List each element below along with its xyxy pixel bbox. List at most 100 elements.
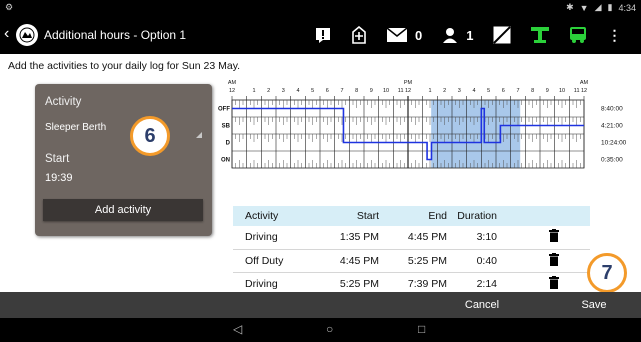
save-button[interactable]: Save xyxy=(552,292,636,318)
trash-icon xyxy=(548,252,559,266)
col-actions xyxy=(517,206,590,226)
hour-label: 7 xyxy=(340,88,343,94)
hour-label: 12 xyxy=(581,88,587,94)
signal-icon: ◢ xyxy=(594,2,602,12)
table-row[interactable]: Driving 1:35 PM 4:45 PM 3:10 xyxy=(233,226,590,250)
col-end: End xyxy=(379,206,447,226)
row-duration: 0:40 xyxy=(447,249,517,273)
trash-icon xyxy=(548,275,559,289)
hour-label: 11 xyxy=(398,88,404,94)
hour-label: 3 xyxy=(458,88,461,94)
nav-recents-icon[interactable]: □ xyxy=(418,322,425,336)
overflow-menu-icon[interactable]: ⋮ xyxy=(607,22,621,48)
col-duration: Duration xyxy=(447,206,517,226)
status-row-label: ON xyxy=(221,158,230,164)
am-label: AM xyxy=(580,80,589,86)
clock: 4:34 xyxy=(618,2,636,13)
mail-icon xyxy=(387,28,407,42)
messages-count: 0 xyxy=(415,27,423,43)
hour-label: 6 xyxy=(502,88,505,94)
back-arrow-icon[interactable]: ‹ xyxy=(4,25,9,43)
dropdown-arrow-icon[interactable] xyxy=(196,132,202,138)
fuel-icon[interactable] xyxy=(531,22,550,48)
table-header-row: Activity Start End Duration xyxy=(233,206,590,226)
hour-label: 8 xyxy=(355,88,358,94)
start-time-field[interactable]: 19:39 xyxy=(45,172,73,184)
status-toggle-icon[interactable] xyxy=(493,22,512,48)
row-start: 4:45 PM xyxy=(303,249,379,273)
add-activity-button[interactable]: Add activity xyxy=(43,199,203,221)
hour-label: 2 xyxy=(267,88,270,94)
log-chart: AM PM AM 12 1 2 3 4 5 6 7 8 9 10 11 12 1 2 3 4 5 6 7 8 9 10 11 12 OF… xyxy=(215,78,636,170)
inspection-icon[interactable] xyxy=(351,22,367,48)
row-end: 5:25 PM xyxy=(379,249,447,273)
hour-label: 2 xyxy=(443,88,446,94)
system-nav-bar: ◁ ○ □ xyxy=(0,318,641,342)
hour-label: 3 xyxy=(282,88,285,94)
status-row-label: OFF xyxy=(218,107,230,113)
delete-button[interactable] xyxy=(517,226,590,250)
callout-7: 7 xyxy=(587,253,627,293)
trash-icon xyxy=(548,229,559,243)
log-graph: AM PM AM12 1 2 3 4 5 6 7 8 9 10 11 12 1 2 3 4 5 6 7 8 9 10 11 12OF… xyxy=(218,80,627,169)
nav-back-icon[interactable]: ◁ xyxy=(233,322,242,336)
add-activity-panel: Activity Sleeper Berth Start 19:39 Add a… xyxy=(35,84,212,236)
row-activity: Off Duty xyxy=(233,249,303,273)
row-end: 4:45 PM xyxy=(379,226,447,250)
wifi-icon: ▼ xyxy=(579,2,589,13)
truck-icon[interactable] xyxy=(569,22,587,48)
hour-label: 4 xyxy=(296,88,299,94)
hour-label: 9 xyxy=(370,88,373,94)
alert-icon[interactable] xyxy=(315,22,331,48)
hour-label: 11 xyxy=(574,88,580,94)
row-start: 1:35 PM xyxy=(303,226,379,250)
instruction-text: Add the activities to your daily log for… xyxy=(8,60,241,72)
app-logo-icon[interactable] xyxy=(16,24,38,46)
activity-select[interactable]: Sleeper Berth xyxy=(45,122,106,133)
hour-label: 9 xyxy=(546,88,549,94)
hour-label: 7 xyxy=(516,88,519,94)
messages-button[interactable]: 0 xyxy=(387,22,422,48)
status-row-label: D xyxy=(226,141,231,147)
hour-label: 10 xyxy=(559,88,565,94)
status-row-label: SB xyxy=(222,124,231,130)
app-title: Additional hours - Option 1 xyxy=(44,28,187,42)
status-total: 10:24:00 xyxy=(601,140,627,147)
am-label: AM xyxy=(228,80,237,86)
user-icon xyxy=(443,28,458,43)
hour-label: 1 xyxy=(252,88,255,94)
hour-label: 1 xyxy=(428,88,431,94)
cancel-button[interactable]: Cancel xyxy=(440,292,524,318)
nav-home-icon[interactable]: ○ xyxy=(326,322,333,336)
col-start: Start xyxy=(303,206,379,226)
table-row[interactable]: Off Duty 4:45 PM 5:25 PM 0:40 xyxy=(233,249,590,273)
activity-table: Activity Start End Duration Driving 1:35… xyxy=(233,206,590,296)
bluetooth-icon: ✱ xyxy=(566,2,574,12)
hour-label: 6 xyxy=(326,88,329,94)
hour-label: 12 xyxy=(229,88,235,94)
col-activity: Activity xyxy=(233,206,303,226)
status-icons: ✱ ▼ ◢ ▮ 4:34 xyxy=(566,2,636,13)
settings-gear-icon: ⚙ xyxy=(5,2,14,12)
hour-label: 8 xyxy=(531,88,534,94)
pm-label: PM xyxy=(404,80,413,86)
activity-label: Activity xyxy=(45,96,82,108)
hour-label: 12 xyxy=(405,88,411,94)
hour-label: 5 xyxy=(311,88,314,94)
hour-label: 10 xyxy=(383,88,389,94)
hour-label: 5 xyxy=(487,88,490,94)
users-button[interactable]: 1 xyxy=(442,22,473,48)
callout-6: 6 xyxy=(130,116,170,156)
battery-icon: ▮ xyxy=(607,2,613,12)
delete-button[interactable] xyxy=(517,249,590,273)
status-total: 0:35:00 xyxy=(601,157,623,164)
action-bar: Cancel Save xyxy=(0,292,641,318)
start-label: Start xyxy=(45,153,70,165)
status-total: 4:21:00 xyxy=(601,123,623,130)
status-total: 8:40:00 xyxy=(601,106,623,113)
app-bar: ‹ Additional hours - Option 1 0 1 ⋮ xyxy=(0,16,641,54)
row-activity: Driving xyxy=(233,226,303,250)
row-duration: 3:10 xyxy=(447,226,517,250)
users-count: 1 xyxy=(466,27,474,43)
hour-label: 4 xyxy=(472,88,475,94)
